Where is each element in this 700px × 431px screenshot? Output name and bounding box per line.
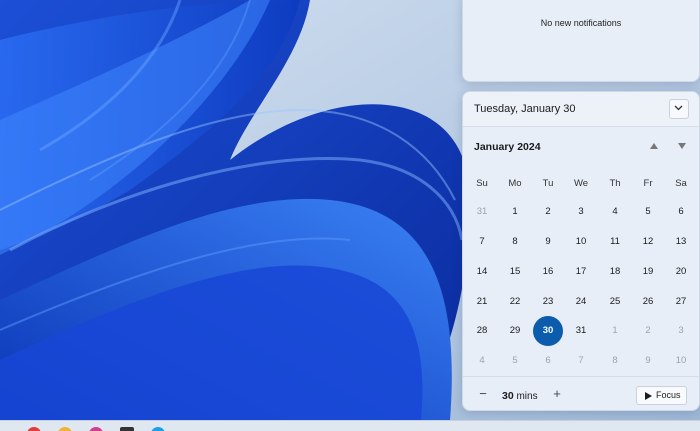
calendar-day[interactable]: 10: [566, 235, 596, 249]
no-notifications-text: No new notifications: [540, 18, 622, 28]
calendar-day[interactable]: 5: [500, 354, 530, 368]
calendar-day[interactable]: 1: [600, 324, 630, 338]
calendar-day[interactable]: 10: [666, 354, 696, 368]
focus-duration-value: 30: [502, 390, 514, 402]
calendar-day[interactable]: 7: [467, 235, 497, 249]
focus-button[interactable]: Focus: [636, 386, 687, 405]
calendar-day[interactable]: 16: [533, 265, 563, 279]
focus-session-bar: − 30 mins + Focus: [463, 376, 699, 410]
weekday-label: Fr: [643, 178, 653, 189]
calendar-header: Tuesday, January 30: [463, 92, 699, 127]
triangle-up-icon: [650, 143, 658, 149]
calendar-day[interactable]: 8: [500, 235, 530, 249]
weekday-label: Su: [476, 178, 488, 189]
calendar-day[interactable]: 6: [666, 205, 696, 219]
calendar-day[interactable]: 13: [666, 235, 696, 249]
notification-panel: No new notifications: [462, 0, 700, 82]
triangle-down-icon: [678, 143, 686, 149]
previous-month-button[interactable]: [649, 142, 659, 150]
decrease-duration-button[interactable]: −: [475, 387, 491, 403]
focus-button-label: Focus: [656, 390, 681, 400]
collapse-calendar-button[interactable]: [669, 99, 689, 119]
calendar-day[interactable]: 31: [467, 205, 497, 219]
calendar-day[interactable]: 20: [666, 265, 696, 279]
focus-duration: 30 mins: [502, 390, 538, 402]
calendar-day[interactable]: 22: [500, 295, 530, 309]
calendar-day[interactable]: 12: [633, 235, 663, 249]
calendar-day[interactable]: 3: [666, 324, 696, 338]
increase-duration-button[interactable]: +: [549, 387, 565, 403]
calendar-day[interactable]: 4: [600, 205, 630, 219]
calendar-day[interactable]: 21: [467, 295, 497, 309]
calendar-day[interactable]: 23: [533, 295, 563, 309]
calendar-day[interactable]: 24: [566, 295, 596, 309]
weekday-label: Sa: [675, 178, 687, 189]
app-icon[interactable]: [27, 427, 41, 431]
calendar-day-today[interactable]: 30: [533, 316, 563, 346]
calendar-day[interactable]: 5: [633, 205, 663, 219]
calendar-day[interactable]: 31: [566, 324, 596, 338]
calendar-day[interactable]: 7: [566, 354, 596, 368]
weekday-label: We: [573, 178, 589, 189]
app-icon[interactable]: [89, 427, 103, 431]
app-icon[interactable]: [151, 427, 165, 431]
calendar-panel: Tuesday, January 30 January 2024 Su Mo Tu W…: [462, 91, 700, 411]
calendar-day[interactable]: 18: [600, 265, 630, 279]
calendar-day[interactable]: 2: [633, 324, 663, 338]
calendar-day[interactable]: 25: [600, 295, 630, 309]
calendar-day[interactable]: 14: [467, 265, 497, 279]
calendar-day[interactable]: 9: [533, 235, 563, 249]
calendar-day[interactable]: 26: [633, 295, 663, 309]
next-month-button[interactable]: [677, 142, 687, 150]
calendar-day[interactable]: 4: [467, 354, 497, 368]
weekday-label: Tu: [542, 178, 554, 189]
calendar-day[interactable]: 3: [566, 205, 596, 219]
calendar-day[interactable]: 29: [500, 324, 530, 338]
calendar-day[interactable]: 6: [533, 354, 563, 368]
calendar-day[interactable]: 1: [500, 205, 530, 219]
calendar-day[interactable]: 17: [566, 265, 596, 279]
taskbar: [0, 420, 700, 431]
calendar-day[interactable]: 2: [533, 205, 563, 219]
month-label: January 2024: [474, 141, 541, 153]
calendar-day[interactable]: 19: [633, 265, 663, 279]
selected-date-label: Tuesday, January 30: [474, 103, 576, 115]
calendar-day[interactable]: 9: [633, 354, 663, 368]
app-icon[interactable]: [58, 427, 72, 431]
calendar-day[interactable]: 8: [600, 354, 630, 368]
calendar-day[interactable]: 28: [467, 324, 497, 338]
calendar-day[interactable]: 11: [600, 235, 630, 249]
calendar-day[interactable]: 27: [666, 295, 696, 309]
calendar-day[interactable]: 15: [500, 265, 530, 279]
weekday-label: Th: [609, 178, 621, 189]
chevron-down-icon: [674, 105, 683, 111]
focus-duration-unit: mins: [516, 391, 538, 402]
weekday-label: Mo: [508, 178, 522, 189]
play-icon: [645, 392, 652, 400]
app-icon[interactable]: [120, 427, 134, 431]
